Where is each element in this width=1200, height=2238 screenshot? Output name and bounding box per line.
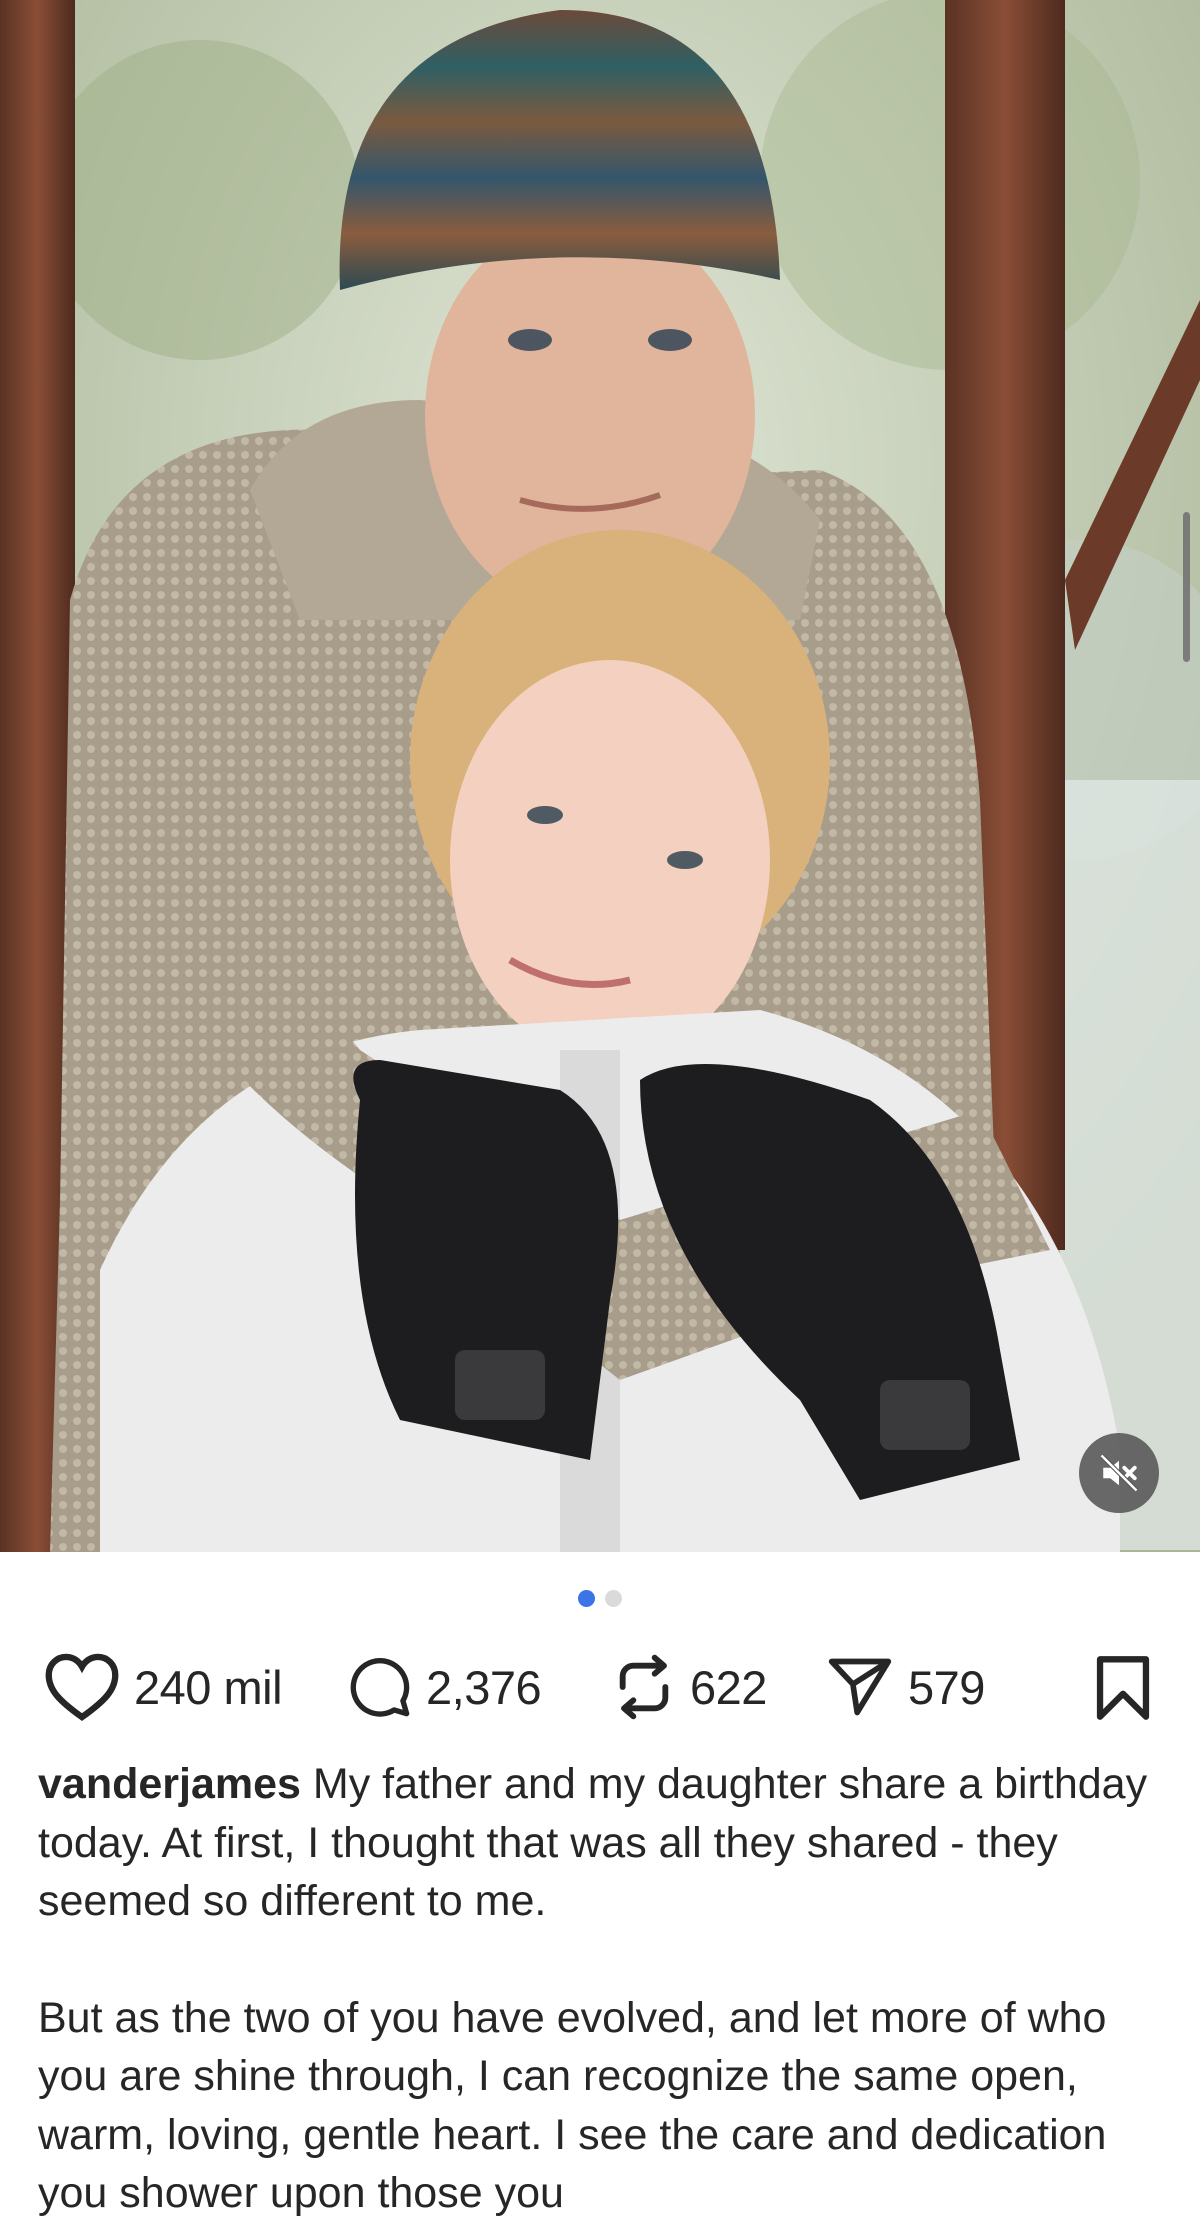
carousel-dot[interactable] [605,1590,622,1607]
like-count: 240 mil [134,1660,283,1714]
mute-button[interactable] [1079,1433,1159,1513]
caption-username[interactable]: vanderjames [38,1760,301,1808]
scroll-indicator[interactable] [1183,512,1190,662]
speaker-muted-icon [1099,1453,1139,1493]
post-caption: vanderjames My father and my daughter sh… [38,1755,1168,2223]
bookmark-icon [1096,1656,1150,1720]
photo-illustration [0,0,1200,1552]
send-icon [828,1658,892,1716]
carousel-indicator [0,1590,1200,1610]
post-action-bar: 240 mil 2,376 622 579 [0,1647,1200,1727]
share-count: 579 [908,1660,985,1714]
share-button[interactable]: 579 [826,1647,985,1727]
repost-icon [619,1654,669,1720]
comment-count: 2,376 [426,1660,542,1714]
repost-button[interactable]: 622 [612,1647,767,1727]
caption-paragraph-2: But as the two of you have evolved, and … [38,1993,1107,2218]
comment-button[interactable]: 2,376 [348,1647,542,1727]
carousel-dot-active[interactable] [578,1590,595,1607]
repost-count: 622 [690,1660,767,1714]
like-button[interactable]: 240 mil [44,1647,283,1727]
comment-icon [350,1658,410,1717]
heart-icon [45,1653,119,1721]
save-button[interactable] [1094,1655,1152,1726]
caption-paragraph: vanderjames My father and my daughter sh… [38,1755,1168,1931]
post-photo[interactable] [0,0,1200,1552]
